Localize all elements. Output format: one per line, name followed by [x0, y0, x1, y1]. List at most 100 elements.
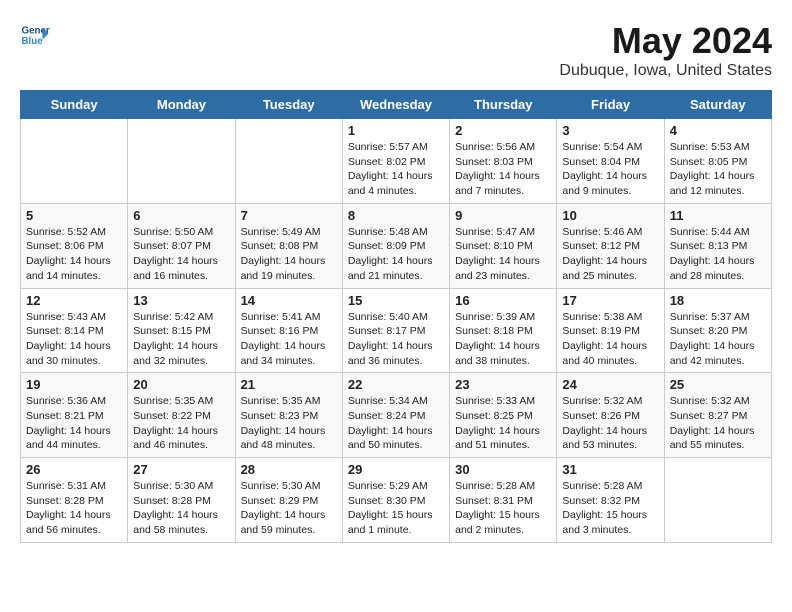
calendar-day-14: 14 Sunrise: 5:41 AM Sunset: 8:16 PM Dayli…: [235, 288, 342, 373]
weekday-header-row: SundayMondayTuesdayWednesdayThursdayFrid…: [21, 91, 772, 119]
day-info: Sunrise: 5:40 AM Sunset: 8:17 PM Dayligh…: [348, 310, 444, 369]
weekday-header-sunday: Sunday: [21, 91, 128, 119]
weekday-header-monday: Monday: [128, 91, 235, 119]
day-number: 16: [455, 293, 551, 308]
day-info: Sunrise: 5:47 AM Sunset: 8:10 PM Dayligh…: [455, 225, 551, 284]
calendar-day-19: 19 Sunrise: 5:36 AM Sunset: 8:21 PM Dayli…: [21, 373, 128, 458]
subtitle: Dubuque, Iowa, United States: [559, 62, 772, 80]
calendar-week-row: 26 Sunrise: 5:31 AM Sunset: 8:28 PM Dayli…: [21, 458, 772, 543]
day-info: Sunrise: 5:50 AM Sunset: 8:07 PM Dayligh…: [133, 225, 229, 284]
weekday-header-tuesday: Tuesday: [235, 91, 342, 119]
day-number: 12: [26, 293, 122, 308]
calendar-day-15: 15 Sunrise: 5:40 AM Sunset: 8:17 PM Dayli…: [342, 288, 449, 373]
day-info: Sunrise: 5:39 AM Sunset: 8:18 PM Dayligh…: [455, 310, 551, 369]
day-number: 15: [348, 293, 444, 308]
day-number: 7: [241, 208, 337, 223]
day-info: Sunrise: 5:52 AM Sunset: 8:06 PM Dayligh…: [26, 225, 122, 284]
day-number: 6: [133, 208, 229, 223]
calendar-week-row: 1Sunrise: 5:57 AM Sunset: 8:02 PM Daylig…: [21, 119, 772, 204]
calendar-day-18: 18 Sunrise: 5:37 AM Sunset: 8:20 PM Dayli…: [664, 288, 771, 373]
day-number: 14: [241, 293, 337, 308]
empty-day-cell: [21, 119, 128, 204]
svg-text:Blue: Blue: [22, 36, 44, 47]
day-number: 19: [26, 377, 122, 392]
day-info: Sunrise: 5:48 AM Sunset: 8:09 PM Dayligh…: [348, 225, 444, 284]
day-info: Sunrise: 5:34 AM Sunset: 8:24 PM Dayligh…: [348, 394, 444, 453]
calendar-day-29: 29 Sunrise: 5:29 AM Sunset: 8:30 PM Dayli…: [342, 458, 449, 543]
calendar-day-9: 9Sunrise: 5:47 AM Sunset: 8:10 PM Daylig…: [450, 203, 557, 288]
day-number: 20: [133, 377, 229, 392]
day-number: 8: [348, 208, 444, 223]
day-number: 30: [455, 462, 551, 477]
day-info: Sunrise: 5:31 AM Sunset: 8:28 PM Dayligh…: [26, 479, 122, 538]
calendar-day-7: 7 Sunrise: 5:49 AM Sunset: 8:08 PM Daylig…: [235, 203, 342, 288]
day-number: 27: [133, 462, 229, 477]
calendar-week-row: 12 Sunrise: 5:43 AM Sunset: 8:14 PM Dayli…: [21, 288, 772, 373]
calendar-day-31: 31 Sunrise: 5:28 AM Sunset: 8:32 PM Dayli…: [557, 458, 664, 543]
day-number: 31: [562, 462, 658, 477]
calendar-day-27: 27 Sunrise: 5:30 AM Sunset: 8:28 PM Dayli…: [128, 458, 235, 543]
calendar-day-3: 3Sunrise: 5:54 AM Sunset: 8:04 PM Daylig…: [557, 119, 664, 204]
calendar-day-17: 17Sunrise: 5:38 AM Sunset: 8:19 PM Dayli…: [557, 288, 664, 373]
day-info: Sunrise: 5:53 AM Sunset: 8:05 PM Dayligh…: [670, 140, 766, 199]
calendar-day-1: 1Sunrise: 5:57 AM Sunset: 8:02 PM Daylig…: [342, 119, 449, 204]
empty-day-cell: [235, 119, 342, 204]
calendar-day-2: 2Sunrise: 5:56 AM Sunset: 8:03 PM Daylig…: [450, 119, 557, 204]
day-number: 10: [562, 208, 658, 223]
calendar-day-10: 10Sunrise: 5:46 AM Sunset: 8:12 PM Dayli…: [557, 203, 664, 288]
day-info: Sunrise: 5:36 AM Sunset: 8:21 PM Dayligh…: [26, 394, 122, 453]
weekday-header-friday: Friday: [557, 91, 664, 119]
day-info: Sunrise: 5:30 AM Sunset: 8:28 PM Dayligh…: [133, 479, 229, 538]
day-number: 24: [562, 377, 658, 392]
day-info: Sunrise: 5:35 AM Sunset: 8:23 PM Dayligh…: [241, 394, 337, 453]
day-number: 25: [670, 377, 766, 392]
day-info: Sunrise: 5:28 AM Sunset: 8:32 PM Dayligh…: [562, 479, 658, 538]
main-title: May 2024: [559, 20, 772, 62]
day-number: 23: [455, 377, 551, 392]
day-info: Sunrise: 5:29 AM Sunset: 8:30 PM Dayligh…: [348, 479, 444, 538]
calendar-day-11: 11Sunrise: 5:44 AM Sunset: 8:13 PM Dayli…: [664, 203, 771, 288]
day-number: 5: [26, 208, 122, 223]
weekday-header-wednesday: Wednesday: [342, 91, 449, 119]
calendar-day-26: 26 Sunrise: 5:31 AM Sunset: 8:28 PM Dayli…: [21, 458, 128, 543]
empty-day-cell: [128, 119, 235, 204]
day-info: Sunrise: 5:37 AM Sunset: 8:20 PM Dayligh…: [670, 310, 766, 369]
calendar-table: SundayMondayTuesdayWednesdayThursdayFrid…: [20, 90, 772, 543]
day-info: Sunrise: 5:30 AM Sunset: 8:29 PM Dayligh…: [241, 479, 337, 538]
calendar-day-20: 20 Sunrise: 5:35 AM Sunset: 8:22 PM Dayli…: [128, 373, 235, 458]
logo-icon: General Blue: [20, 20, 50, 50]
calendar-day-5: 5 Sunrise: 5:52 AM Sunset: 8:06 PM Daylig…: [21, 203, 128, 288]
day-number: 1: [348, 123, 444, 138]
calendar-day-21: 21 Sunrise: 5:35 AM Sunset: 8:23 PM Dayli…: [235, 373, 342, 458]
day-number: 11: [670, 208, 766, 223]
day-info: Sunrise: 5:32 AM Sunset: 8:26 PM Dayligh…: [562, 394, 658, 453]
calendar-day-22: 22 Sunrise: 5:34 AM Sunset: 8:24 PM Dayli…: [342, 373, 449, 458]
calendar-week-row: 19 Sunrise: 5:36 AM Sunset: 8:21 PM Dayli…: [21, 373, 772, 458]
day-number: 26: [26, 462, 122, 477]
day-number: 21: [241, 377, 337, 392]
day-number: 22: [348, 377, 444, 392]
day-info: Sunrise: 5:41 AM Sunset: 8:16 PM Dayligh…: [241, 310, 337, 369]
calendar-day-6: 6 Sunrise: 5:50 AM Sunset: 8:07 PM Daylig…: [128, 203, 235, 288]
calendar-day-25: 25 Sunrise: 5:32 AM Sunset: 8:27 PM Dayli…: [664, 373, 771, 458]
weekday-header-thursday: Thursday: [450, 91, 557, 119]
day-number: 13: [133, 293, 229, 308]
day-info: Sunrise: 5:35 AM Sunset: 8:22 PM Dayligh…: [133, 394, 229, 453]
day-info: Sunrise: 5:42 AM Sunset: 8:15 PM Dayligh…: [133, 310, 229, 369]
day-info: Sunrise: 5:43 AM Sunset: 8:14 PM Dayligh…: [26, 310, 122, 369]
day-number: 29: [348, 462, 444, 477]
calendar-day-12: 12 Sunrise: 5:43 AM Sunset: 8:14 PM Dayli…: [21, 288, 128, 373]
day-number: 4: [670, 123, 766, 138]
day-number: 2: [455, 123, 551, 138]
weekday-header-saturday: Saturday: [664, 91, 771, 119]
empty-day-cell: [664, 458, 771, 543]
day-info: Sunrise: 5:33 AM Sunset: 8:25 PM Dayligh…: [455, 394, 551, 453]
day-info: Sunrise: 5:32 AM Sunset: 8:27 PM Dayligh…: [670, 394, 766, 453]
day-number: 18: [670, 293, 766, 308]
calendar-day-8: 8 Sunrise: 5:48 AM Sunset: 8:09 PM Daylig…: [342, 203, 449, 288]
calendar-day-4: 4 Sunrise: 5:53 AM Sunset: 8:05 PM Daylig…: [664, 119, 771, 204]
day-info: Sunrise: 5:28 AM Sunset: 8:31 PM Dayligh…: [455, 479, 551, 538]
day-number: 3: [562, 123, 658, 138]
page-header: General Blue May 2024 Dubuque, Iowa, Uni…: [20, 20, 772, 80]
day-info: Sunrise: 5:49 AM Sunset: 8:08 PM Dayligh…: [241, 225, 337, 284]
